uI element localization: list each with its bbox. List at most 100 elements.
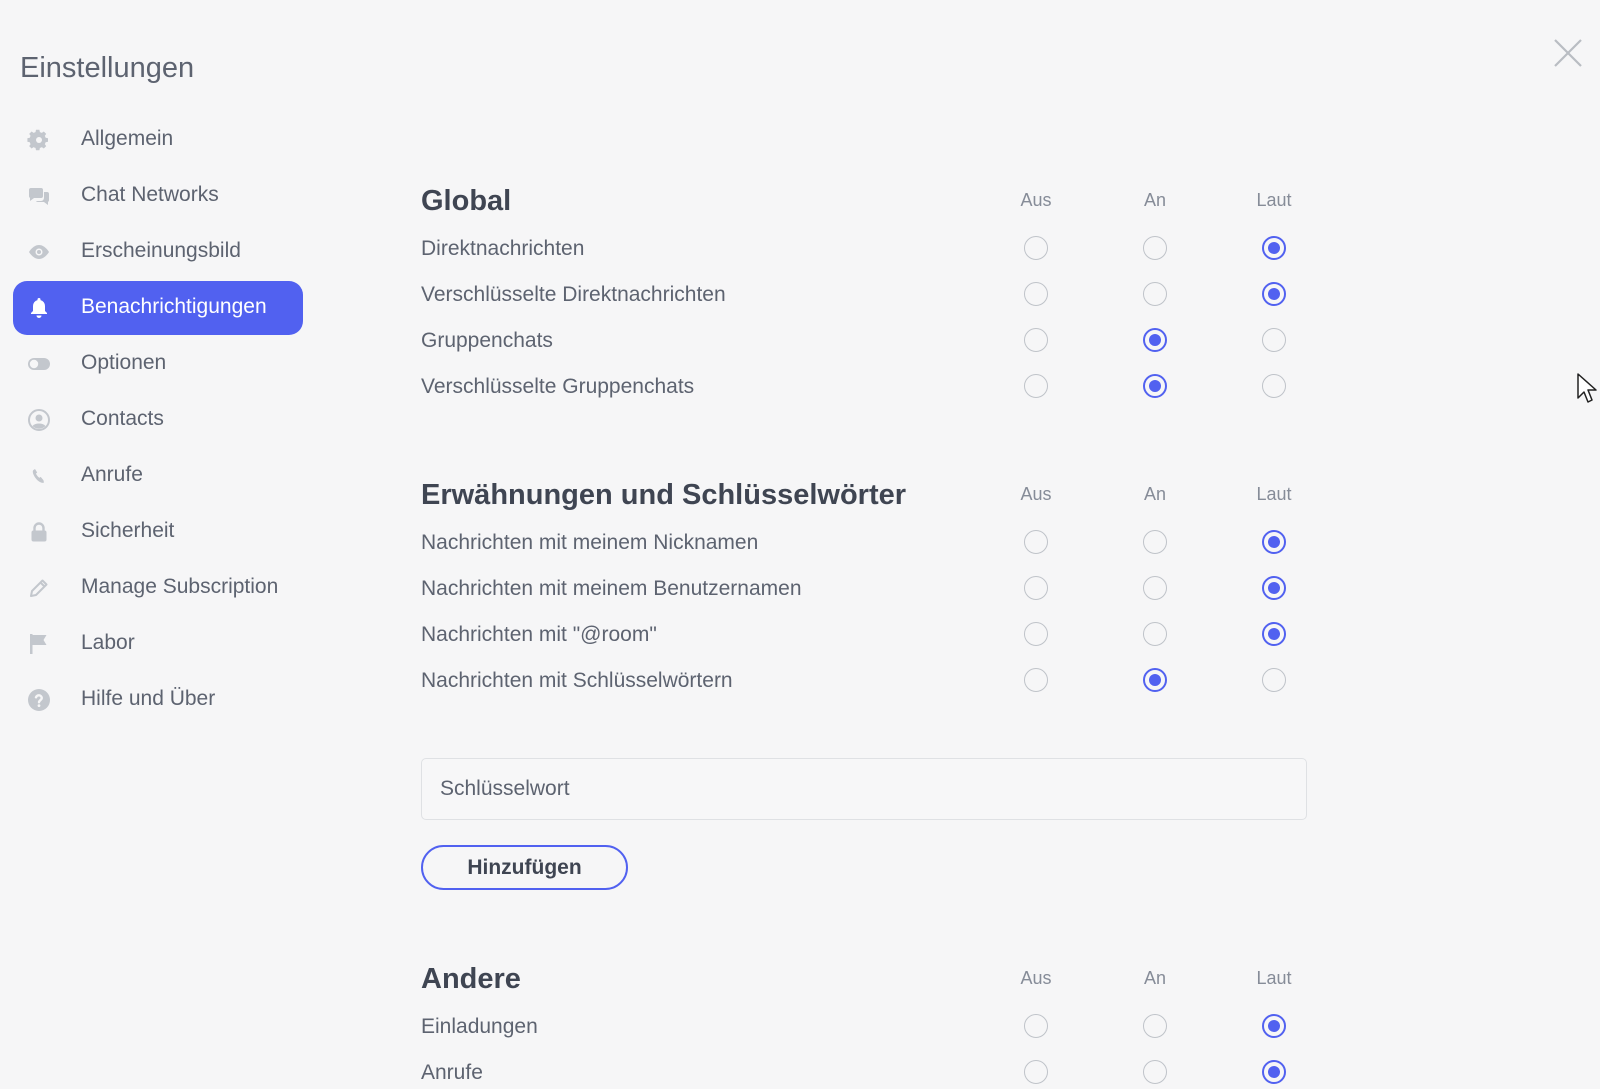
setting-row: Direktnachrichten [421, 235, 1321, 265]
radio-aus[interactable] [1024, 622, 1048, 646]
radio-laut[interactable] [1262, 622, 1286, 646]
sidebar-item-sicherheit[interactable]: Sicherheit [13, 505, 303, 559]
phone-icon [27, 464, 51, 488]
sidebar-item-manage-subscription[interactable]: Manage Subscription [13, 561, 303, 615]
sidebar-item-erscheinungsbild[interactable]: Erscheinungsbild [13, 225, 303, 279]
setting-row: Nachrichten mit "@room" [421, 621, 1321, 651]
sidebar-item-label: Sicherheit [81, 519, 175, 542]
radio-an[interactable] [1143, 1060, 1167, 1084]
radio-laut[interactable] [1262, 374, 1286, 398]
setting-label: Verschlüsselte Gruppenchats [421, 375, 695, 398]
gear-icon [27, 128, 51, 152]
radio-aus[interactable] [1024, 668, 1048, 692]
sidebar-item-allgemein[interactable]: Allgemein [13, 113, 303, 167]
radio-aus[interactable] [1024, 374, 1048, 398]
radio-an[interactable] [1143, 576, 1167, 600]
radio-laut[interactable] [1262, 1014, 1286, 1038]
setting-label: Anrufe [421, 1061, 483, 1084]
column-header-an: An [1143, 968, 1167, 988]
radio-an[interactable] [1143, 328, 1167, 352]
lock-icon [27, 520, 51, 544]
sidebar-item-label: Contacts [81, 407, 164, 430]
settings-sidebar: Allgemein Chat Networks Erscheinungsbild Be… [13, 113, 303, 729]
radio-aus[interactable] [1024, 328, 1048, 352]
pencil-icon [27, 576, 51, 600]
eye-icon [27, 240, 51, 264]
sidebar-item-label: Allgemein [81, 127, 174, 150]
column-header-aus: Aus [1020, 968, 1052, 988]
radio-laut[interactable] [1262, 668, 1286, 692]
sidebar-item-contacts[interactable]: Contacts [13, 393, 303, 447]
close-button[interactable] [1553, 38, 1583, 68]
add-keyword-button[interactable]: Hinzufügen [421, 845, 628, 890]
column-header-an: An [1143, 190, 1167, 210]
sidebar-item-label: Benachrichtigungen [81, 295, 267, 318]
setting-row: Verschlüsselte Direktnachrichten [421, 281, 1321, 311]
sidebar-item-benachrichtigungen[interactable]: Benachrichtigungen [13, 281, 303, 335]
radio-aus[interactable] [1024, 236, 1048, 260]
sidebar-item-optionen[interactable]: Optionen [13, 337, 303, 391]
radio-an[interactable] [1143, 282, 1167, 306]
radio-laut[interactable] [1262, 530, 1286, 554]
setting-row: Anrufe [421, 1059, 1321, 1089]
setting-row: Nachrichten mit meinem Nicknamen [421, 529, 1321, 559]
radio-laut[interactable] [1262, 576, 1286, 600]
sidebar-item-labor[interactable]: Labor [13, 617, 303, 671]
setting-row: Nachrichten mit Schlüsselwörtern [421, 667, 1321, 697]
column-header-aus: Aus [1020, 190, 1052, 210]
sidebar-item-label: Manage Subscription [81, 575, 279, 598]
sidebar-item-label: Labor [81, 631, 135, 654]
help-circle-icon [27, 688, 51, 712]
close-icon [1554, 39, 1582, 67]
setting-row: Nachrichten mit meinem Benutzernamen [421, 575, 1321, 605]
column-header-an: An [1143, 484, 1167, 504]
mouse-cursor-icon [1577, 373, 1597, 403]
radio-aus[interactable] [1024, 282, 1048, 306]
radio-aus[interactable] [1024, 1060, 1048, 1084]
setting-label: Nachrichten mit Schlüsselwörtern [421, 669, 733, 692]
radio-an[interactable] [1143, 1014, 1167, 1038]
page-title: Einstellungen [20, 52, 195, 84]
radio-an[interactable] [1143, 236, 1167, 260]
user-circle-icon [27, 408, 51, 432]
radio-an[interactable] [1143, 668, 1167, 692]
radio-aus[interactable] [1024, 576, 1048, 600]
sidebar-item-label: Hilfe und Über [81, 687, 216, 710]
radio-laut[interactable] [1262, 236, 1286, 260]
setting-label: Direktnachrichten [421, 237, 585, 260]
setting-row: Verschlüsselte Gruppenchats [421, 373, 1321, 403]
radio-laut[interactable] [1262, 1060, 1286, 1084]
flag-icon [27, 632, 51, 656]
chat-bubbles-icon [27, 184, 51, 208]
sidebar-item-hilfe-und-über[interactable]: Hilfe und Über [13, 673, 303, 727]
setting-row: Einladungen [421, 1013, 1321, 1043]
sidebar-item-label: Anrufe [81, 463, 143, 486]
keyword-input[interactable] [421, 758, 1307, 820]
setting-label: Nachrichten mit meinem Benutzernamen [421, 577, 802, 600]
radio-aus[interactable] [1024, 1014, 1048, 1038]
section-title: Global [421, 185, 512, 217]
sidebar-item-label: Erscheinungsbild [81, 239, 241, 262]
sidebar-item-label: Chat Networks [81, 183, 219, 206]
column-header-laut: Laut [1256, 968, 1292, 988]
radio-laut[interactable] [1262, 328, 1286, 352]
setting-label: Verschlüsselte Direktnachrichten [421, 283, 726, 306]
radio-an[interactable] [1143, 622, 1167, 646]
setting-label: Nachrichten mit "@room" [421, 623, 657, 646]
column-header-aus: Aus [1020, 484, 1052, 504]
section-title: Erwähnungen und Schlüsselwörter [421, 479, 907, 511]
setting-label: Nachrichten mit meinem Nicknamen [421, 531, 759, 554]
radio-an[interactable] [1143, 374, 1167, 398]
setting-label: Gruppenchats [421, 329, 553, 352]
setting-row: Gruppenchats [421, 327, 1321, 357]
bell-icon [27, 296, 51, 320]
column-header-laut: Laut [1256, 484, 1292, 504]
setting-label: Einladungen [421, 1015, 538, 1038]
radio-an[interactable] [1143, 530, 1167, 554]
sidebar-item-anrufe[interactable]: Anrufe [13, 449, 303, 503]
sidebar-item-chat-networks[interactable]: Chat Networks [13, 169, 303, 223]
toggle-icon [27, 352, 51, 376]
radio-aus[interactable] [1024, 530, 1048, 554]
radio-laut[interactable] [1262, 282, 1286, 306]
column-header-laut: Laut [1256, 190, 1292, 210]
